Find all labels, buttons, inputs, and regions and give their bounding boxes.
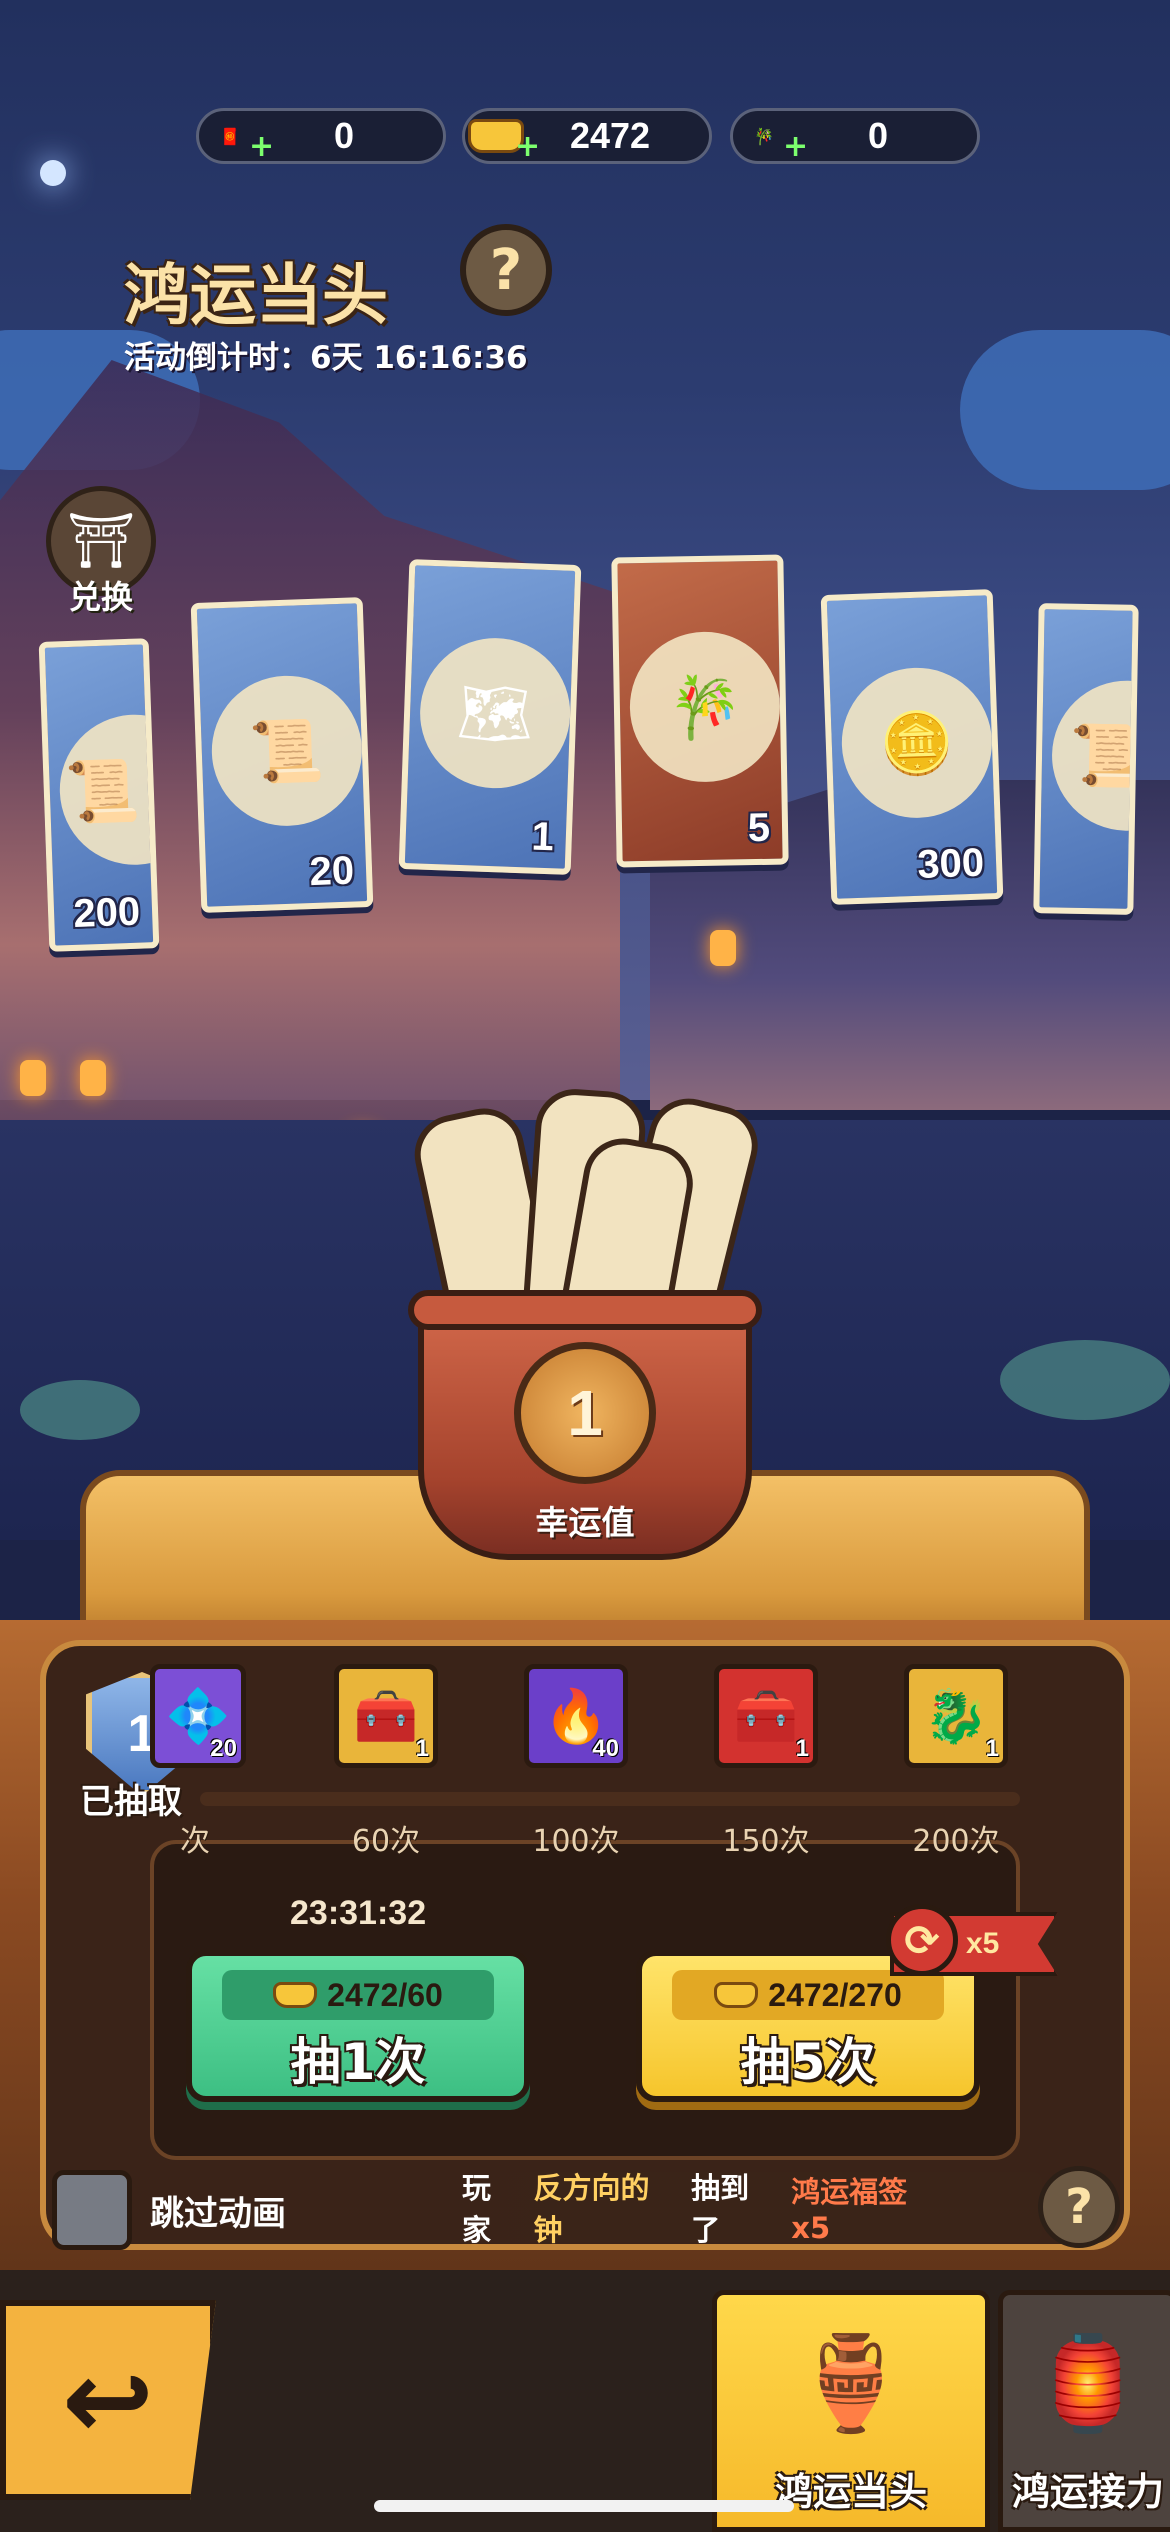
milestone-reward[interactable]: 🧰 1 <box>714 1664 818 1768</box>
map-scroll-icon: 🗺 <box>455 677 535 750</box>
milestone-reward[interactable]: 🧰 1 <box>334 1664 438 1768</box>
milestone-amount: 1 <box>795 1735 809 1762</box>
cost-pill: 2472/60 <box>222 1970 494 2020</box>
reward-amount: 200 <box>72 889 141 936</box>
reward-card-featured[interactable]: 🎋 5 <box>611 554 789 868</box>
broadcast-player: 反方向的钟 <box>533 2171 650 2247</box>
draw-cost: 2472/270 <box>768 1976 902 2013</box>
milestone-amount: 1 <box>985 1735 999 1762</box>
luck-label: 幸运值 <box>535 1503 635 1542</box>
exchange-button[interactable]: ⛩ 兑换 <box>36 486 166 626</box>
fortune-pot-icon: 🏺 <box>793 2330 909 2437</box>
mystery-scroll-icon: 📜 <box>248 715 326 788</box>
reward-amount: 20 <box>308 848 355 895</box>
tab-fortune-relay[interactable]: 🏮 鸿运接力 <box>998 2290 1170 2532</box>
bonus-multiplier: x5 <box>966 1927 1000 1960</box>
draw-once-label: 抽1次 <box>290 2033 426 2091</box>
refresh-icon: ⟳ <box>886 1904 958 1976</box>
reward-card[interactable]: 🪙 300 <box>820 589 1004 905</box>
draw-once-button[interactable]: 2472/60 抽1次 <box>186 1950 530 2102</box>
draw-cost: 2472/60 <box>327 1976 443 2013</box>
tab-fortune[interactable]: 🏺 鸿运当头 <box>712 2290 990 2532</box>
lily-pad <box>20 1380 140 1440</box>
lantern <box>710 930 736 966</box>
milestone-label: 150次 <box>722 1824 810 1859</box>
gold-ingot-icon <box>273 1982 318 2008</box>
currency-red-envelope[interactable]: 🧧 + 0 <box>196 108 446 164</box>
reward-card[interactable]: 📜 20 <box>190 597 374 913</box>
milestone-label: 次 <box>180 1824 210 1859</box>
lily-pad <box>1000 1340 1170 1420</box>
back-arrow-icon: ↩ <box>61 2336 155 2464</box>
milestone-progress-track <box>200 1792 1020 1806</box>
question-icon: ? <box>1065 2179 1093 2235</box>
add-icon[interactable]: + <box>515 132 540 162</box>
reward-card[interactable]: 🗺 1 <box>398 559 582 875</box>
milestone-label: 60次 <box>351 1824 421 1859</box>
add-icon[interactable]: + <box>783 132 808 162</box>
page-title: 鸿运当头 <box>124 257 388 334</box>
currency-value: 2472 <box>569 115 651 156</box>
rules-help-button[interactable]: ? <box>1038 2166 1120 2248</box>
draw-five-label: 抽5次 <box>740 2033 876 2091</box>
event-countdown: 活动倒计时：6天 16:16:36 <box>124 340 528 376</box>
cloud <box>960 330 1170 490</box>
tab-label: 鸿运接力 <box>1011 2470 1164 2514</box>
milestone-label: 100次 <box>532 1824 620 1859</box>
currency-fortune-sticks[interactable]: 🎋 + 0 <box>730 108 980 164</box>
skip-animation-checkbox[interactable] <box>52 2170 132 2250</box>
currency-value: 0 <box>333 115 355 156</box>
fortune-sticks-icon: 🎋 <box>666 671 743 744</box>
help-button[interactable]: ? <box>460 224 552 316</box>
back-button[interactable]: ↩ <box>0 2300 216 2500</box>
reward-amount: 300 <box>916 840 985 887</box>
moon <box>40 160 66 186</box>
reward-amount: 5 <box>747 805 771 851</box>
broadcast-middle: 抽到了 <box>691 2171 750 2247</box>
broadcast-prefix: 玩家 <box>462 2171 492 2247</box>
milestone-amount: 1 <box>415 1735 429 1762</box>
cost-pill: 2472/270 <box>672 1970 944 2020</box>
reward-amount: 1 <box>530 814 555 860</box>
milestone-label: 200次 <box>912 1824 1000 1859</box>
milestone-reward[interactable]: 🔥 40 <box>524 1664 628 1768</box>
question-icon: ? <box>489 237 523 303</box>
lantern <box>20 1060 46 1096</box>
add-icon[interactable]: + <box>249 132 274 162</box>
draw-broadcast: 玩家 反方向的钟 抽到了 鸿运福签x5 <box>462 2171 1042 2247</box>
gold-ingot-icon <box>714 1982 759 2008</box>
copper-coin-icon: 🪙 <box>878 707 956 780</box>
scroll-icon: 📜 <box>1069 720 1139 792</box>
hero-chest-gold-icon: 🧰 <box>353 1686 419 1747</box>
home-indicator <box>374 2500 794 2512</box>
milestone-reward[interactable]: 💠 20 <box>150 1664 246 1768</box>
currency-value: 0 <box>867 115 889 156</box>
reward-card[interactable]: 📜 <box>1033 603 1139 915</box>
broadcast-reward: 鸿运福签x5 <box>791 2175 908 2245</box>
milestone-amount: 40 <box>592 1735 619 1762</box>
pot-rim <box>408 1290 762 1330</box>
exchange-label: 兑换 <box>68 578 133 616</box>
currency-gold-ingot[interactable]: + 2472 <box>462 108 712 164</box>
milestone-amount: 20 <box>210 1735 237 1762</box>
relay-badge-icon: 🏮 <box>1030 2330 1146 2437</box>
free-draw-timer: 23:31:32 <box>290 1894 427 1932</box>
hero-chest-red-icon: 🧰 <box>733 1686 799 1747</box>
lantern <box>80 1060 106 1096</box>
milestone-reward[interactable]: 🐉 1 <box>904 1664 1008 1768</box>
skip-animation-label: 跳过动画 <box>150 2194 286 2234</box>
reward-card[interactable]: 📜 200 <box>38 638 160 952</box>
mystery-scroll-icon: 📜 <box>64 755 142 828</box>
luck-value: 1 <box>514 1342 656 1484</box>
dragon-hero-icon: 🐉 <box>923 1686 989 1747</box>
